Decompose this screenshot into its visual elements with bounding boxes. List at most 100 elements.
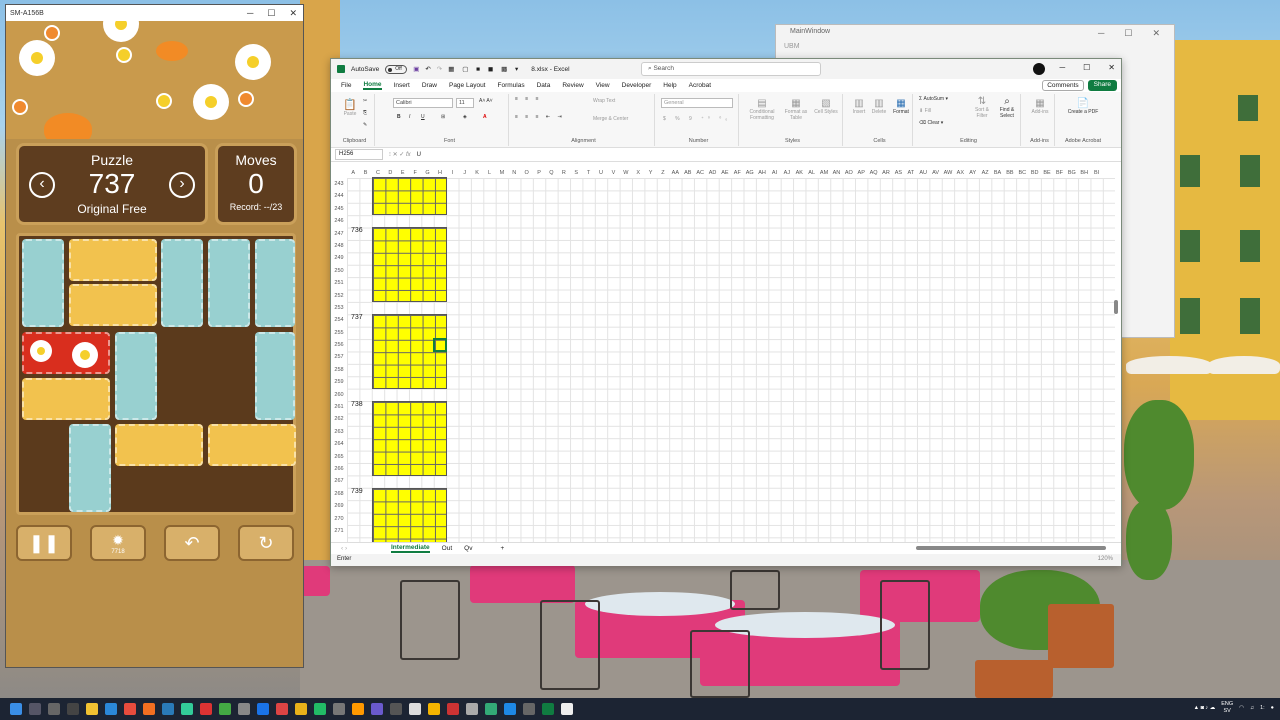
column-header[interactable]: U bbox=[595, 170, 607, 178]
row-header[interactable]: 263 bbox=[331, 426, 347, 438]
block-vertical[interactable] bbox=[255, 239, 295, 327]
fill-button[interactable]: ⬇ Fill bbox=[919, 108, 931, 114]
tab-insert[interactable]: Insert bbox=[394, 82, 410, 89]
number-format-select[interactable]: General bbox=[661, 98, 733, 108]
column-header[interactable]: J bbox=[459, 170, 471, 178]
app-icon[interactable] bbox=[428, 703, 440, 715]
app-icon[interactable] bbox=[314, 703, 326, 715]
column-header[interactable]: BI bbox=[1090, 170, 1102, 178]
column-header[interactable]: AF bbox=[731, 170, 743, 178]
maximize-icon[interactable]: ☐ bbox=[267, 8, 275, 19]
block-horizontal[interactable] bbox=[22, 378, 110, 420]
tab-developer[interactable]: Developer bbox=[622, 82, 652, 89]
column-header[interactable]: AR bbox=[880, 170, 892, 178]
undo-icon[interactable]: ↶ bbox=[425, 65, 430, 73]
row-header[interactable]: 255 bbox=[331, 327, 347, 339]
column-header[interactable]: Z bbox=[657, 170, 669, 178]
row-header[interactable]: 246 bbox=[331, 215, 347, 227]
prev-puzzle-button[interactable]: ‹ bbox=[29, 172, 55, 198]
block-vertical[interactable] bbox=[255, 332, 295, 420]
column-header[interactable]: AL bbox=[805, 170, 817, 178]
tab-acrobat[interactable]: Acrobat bbox=[689, 82, 711, 89]
column-header[interactable]: V bbox=[607, 170, 619, 178]
redo-icon[interactable]: ↷ bbox=[437, 65, 442, 73]
excel-taskbar-icon[interactable] bbox=[542, 703, 554, 715]
column-header[interactable]: S bbox=[570, 170, 582, 178]
add-sheet-icon[interactable]: + bbox=[500, 545, 504, 552]
wrap-text-button[interactable]: Wrap Text bbox=[593, 98, 615, 104]
column-header[interactable]: W bbox=[620, 170, 632, 178]
wifi-icon[interactable]: ◠ bbox=[1239, 705, 1244, 711]
chrome-icon[interactable] bbox=[124, 703, 136, 715]
autosum-button[interactable]: Σ AutoSum ▾ bbox=[919, 96, 948, 102]
minimize-icon[interactable]: ─ bbox=[1059, 63, 1065, 72]
explorer-icon[interactable] bbox=[86, 703, 98, 715]
column-header[interactable]: BB bbox=[1004, 170, 1016, 178]
column-header[interactable]: B bbox=[359, 170, 371, 178]
column-header[interactable]: AM bbox=[818, 170, 830, 178]
column-header[interactable]: AV bbox=[929, 170, 941, 178]
close-icon[interactable]: ✕ bbox=[1152, 28, 1160, 38]
copy-icon[interactable]: ⎘ bbox=[363, 110, 367, 116]
target-block-red[interactable] bbox=[22, 332, 110, 374]
column-header[interactable]: AZ bbox=[979, 170, 991, 178]
column-header[interactable]: AW bbox=[942, 170, 954, 178]
worksheet-grid[interactable]: A B C D E F G H I J K L M N O P Q R S T U V W X Y Z AA AB AC AD AE AF AG… bbox=[331, 170, 1115, 542]
share-button[interactable]: Share bbox=[1087, 80, 1117, 91]
block-horizontal[interactable] bbox=[115, 424, 203, 466]
format-as-table-button[interactable]: ▦ Format as Table bbox=[781, 98, 811, 121]
column-header[interactable]: Y bbox=[644, 170, 656, 178]
app-icon[interactable] bbox=[200, 703, 212, 715]
app-icon[interactable] bbox=[238, 703, 250, 715]
column-header[interactable]: AU bbox=[917, 170, 929, 178]
firefox-icon[interactable] bbox=[143, 703, 155, 715]
widgets-icon[interactable] bbox=[67, 703, 79, 715]
column-header[interactable]: AH bbox=[756, 170, 768, 178]
row-header[interactable]: 251 bbox=[331, 277, 347, 289]
row-header[interactable]: 250 bbox=[331, 265, 347, 277]
column-header[interactable]: K bbox=[471, 170, 483, 178]
row-header[interactable]: 261 bbox=[331, 401, 347, 413]
clear-button[interactable]: ⌫ Clear ▾ bbox=[919, 120, 943, 126]
column-header[interactable]: AX bbox=[954, 170, 966, 178]
row-header[interactable]: 253 bbox=[331, 302, 347, 314]
cells-area[interactable]: 736 737 738 739 bbox=[347, 177, 1115, 542]
block-horizontal[interactable] bbox=[69, 284, 157, 326]
app-icon[interactable] bbox=[523, 703, 535, 715]
row-header[interactable]: 265 bbox=[331, 451, 347, 463]
mail-icon[interactable] bbox=[105, 703, 117, 715]
tab-page-layout[interactable]: Page Layout bbox=[449, 82, 486, 89]
insert-cells-button[interactable]: ▥ Insert bbox=[849, 98, 869, 115]
horizontal-scrollbar[interactable] bbox=[916, 545, 1106, 551]
align-top-icons[interactable]: ≡ ≡ ≡ bbox=[515, 96, 542, 102]
app-icon[interactable] bbox=[352, 703, 364, 715]
search-box[interactable]: ⌕ Search bbox=[641, 62, 821, 76]
tab-formulas[interactable]: Formulas bbox=[498, 82, 525, 89]
column-header[interactable]: AO bbox=[843, 170, 855, 178]
sheet-tab-qv[interactable]: Qv bbox=[464, 545, 472, 552]
row-header[interactable]: 269 bbox=[331, 500, 347, 512]
sort-filter-button[interactable]: ⇅ Sort & Filter bbox=[971, 96, 993, 119]
language-indicator[interactable]: ENG SV bbox=[1221, 701, 1233, 715]
row-header[interactable]: 243 bbox=[331, 178, 347, 190]
zoom-level[interactable]: 120% bbox=[1098, 556, 1113, 562]
tab-home[interactable]: Home bbox=[363, 81, 382, 90]
block-vertical[interactable] bbox=[208, 239, 250, 327]
autosave-toggle[interactable]: Off bbox=[385, 64, 408, 74]
create-pdf-button[interactable]: 📄 Create a PDF bbox=[1065, 98, 1101, 115]
app-icon[interactable] bbox=[504, 703, 516, 715]
clock[interactable]: 1: bbox=[1260, 705, 1265, 711]
sheet-tab-out[interactable]: Out bbox=[442, 545, 452, 552]
qat-icons[interactable]: ▦ ▢ ■ ◼ ▩ ▾ bbox=[448, 65, 521, 73]
column-header[interactable]: AN bbox=[830, 170, 842, 178]
app-icon[interactable] bbox=[561, 703, 573, 715]
sheet-nav-icons[interactable]: ‹ › bbox=[341, 545, 347, 552]
column-header[interactable]: M bbox=[496, 170, 508, 178]
maximize-icon[interactable]: ☐ bbox=[1124, 28, 1132, 38]
taskview-icon[interactable] bbox=[48, 703, 60, 715]
app-icon[interactable] bbox=[219, 703, 231, 715]
align-left-icons[interactable]: ≡ ≡ ≡ ⇤ ⇥ bbox=[515, 114, 565, 120]
tab-view[interactable]: View bbox=[596, 82, 610, 89]
name-box[interactable]: H256 bbox=[335, 149, 383, 160]
undo-button[interactable]: ↶ bbox=[164, 525, 220, 561]
